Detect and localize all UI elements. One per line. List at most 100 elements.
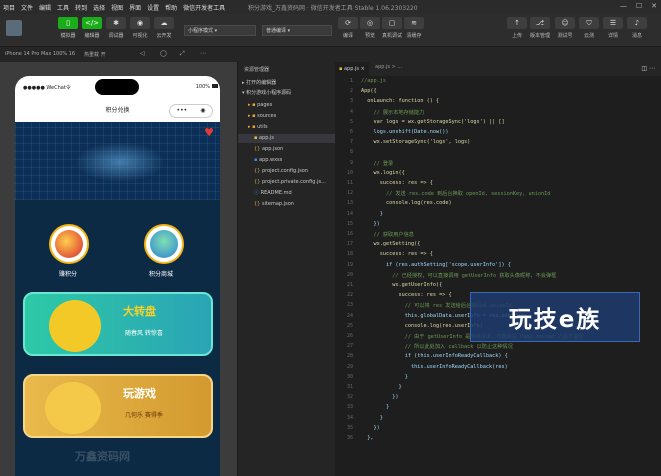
- split-editor-icon[interactable]: ◫ ⋯: [641, 65, 655, 72]
- cloud-dev-button[interactable]: ☁ 云开发: [152, 17, 176, 39]
- tab-app-js[interactable]: ▪ app.js ×: [335, 62, 369, 76]
- close-icon[interactable]: ✕: [651, 2, 657, 10]
- menu-item-edit[interactable]: 编辑: [36, 3, 54, 12]
- battery-text: 100%: [195, 84, 210, 90]
- layers-icon: ≋: [404, 17, 424, 29]
- line-number: 1: [349, 78, 353, 84]
- menu-item-devtools[interactable]: 微信开发者工具: [180, 3, 228, 12]
- info-file-icon: ⓘ: [254, 190, 260, 196]
- code-line: },: [361, 435, 374, 441]
- minimize-icon[interactable]: —: [620, 2, 627, 10]
- device-select[interactable]: iPhone 14 Pro Max 100% 16: [5, 51, 75, 57]
- clear-cache-button[interactable]: ≋ 清缓存: [402, 17, 426, 39]
- compile-select[interactable]: 普通编译 ▾: [262, 25, 332, 36]
- json-file-icon: {}: [254, 146, 261, 152]
- hot-reload-toggle[interactable]: 热重载 开: [84, 51, 106, 58]
- menu-item-goto[interactable]: 转到: [72, 3, 90, 12]
- tree-item-sources[interactable]: ▸ ▪ sources: [238, 112, 336, 121]
- tree-item-sitemap[interactable]: {} sitemap.json: [238, 200, 336, 209]
- code-line: }: [361, 210, 383, 217]
- menu-item-help[interactable]: 帮助: [162, 3, 180, 12]
- code-icon: </>: [82, 17, 102, 29]
- test-account-button[interactable]: ☺ 测试号: [553, 17, 577, 39]
- signal-text: ●●●●● WeChat令: [23, 85, 71, 91]
- bell-icon: ♪: [627, 17, 647, 29]
- menu-item-select[interactable]: 选择: [90, 3, 108, 12]
- big-wheel-card[interactable]: 大转盘 随春风 转惊喜: [23, 292, 213, 356]
- menu-item-project[interactable]: 项目: [0, 3, 18, 12]
- project-section[interactable]: ▾ 积分游戏小程序源码: [238, 89, 336, 98]
- code-line: App({: [361, 88, 377, 95]
- maximize-icon[interactable]: ☐: [636, 2, 642, 10]
- play-game-title: 玩游戏: [123, 387, 156, 400]
- more-icon[interactable]: ⋯: [200, 50, 206, 57]
- gift-box-icon: [55, 230, 83, 258]
- tree-item-project-config[interactable]: {} project.config.json: [238, 167, 336, 176]
- close-target-icon[interactable]: ◉: [200, 105, 205, 117]
- code-line: wx.setStorageSync('logs', logs): [361, 139, 471, 146]
- earn-points-button[interactable]: [49, 224, 89, 264]
- code-line: success: res => {: [361, 251, 433, 258]
- visual-button[interactable]: ◉ 可视化: [128, 17, 152, 39]
- details-button[interactable]: ☰ 详情: [601, 17, 625, 39]
- heart-icon[interactable]: ♥: [204, 126, 214, 139]
- device-icon: ▢: [382, 17, 402, 29]
- list-icon: ☰: [603, 17, 623, 29]
- open-editors-section[interactable]: ▸ 打开的编辑器: [238, 79, 336, 88]
- simulator-button[interactable]: ▯ 模拟器: [56, 17, 80, 39]
- preview-button[interactable]: ◎ 预览: [358, 17, 382, 39]
- capsule-menu[interactable]: ••• ◉: [169, 104, 213, 118]
- menu-item-interface[interactable]: 界面: [126, 3, 144, 12]
- close-icon[interactable]: ×: [361, 66, 365, 72]
- cloud-test-button[interactable]: ⛉ 云测: [577, 17, 601, 39]
- big-wheel-title: 大转盘: [123, 305, 156, 318]
- code-line: wx.getUserInfo({: [361, 282, 443, 288]
- line-number: 36: [346, 435, 353, 441]
- editor-button[interactable]: </> 编辑器: [80, 17, 104, 39]
- avatar[interactable]: [6, 20, 22, 36]
- phone-nav-bar: 积分兑换 ••• ◉: [15, 99, 220, 122]
- fullscreen-icon[interactable]: ⤢: [180, 50, 185, 58]
- line-number: 13: [346, 200, 353, 207]
- line-number: 10: [346, 169, 353, 176]
- upload-button[interactable]: ↑ 上传: [505, 17, 529, 39]
- device-debug-button[interactable]: ▢ 真机调试: [380, 17, 404, 39]
- tree-item-app-json[interactable]: {} app.json: [238, 145, 336, 154]
- folder-icon: ▸ ▪: [248, 124, 256, 130]
- code-line: if (res.authSetting['scope.userInfo']) {: [361, 261, 511, 268]
- simulator-panel: ●●●●● WeChat令 100% 积分兑换 ••• ◉ ♥ 赚积分 积分商城: [0, 62, 237, 476]
- code-line: }: [361, 404, 390, 411]
- code-line: console.log(res.userInfo): [361, 322, 483, 329]
- record-icon[interactable]: ◯: [160, 50, 167, 57]
- points-mall-button[interactable]: [144, 224, 184, 264]
- version-button[interactable]: ⎇ 版本管理: [528, 17, 552, 39]
- tree-item-utils[interactable]: ▸ ▪ utils: [238, 123, 336, 132]
- line-number: 15: [346, 220, 353, 227]
- js-file-icon: ▪: [339, 66, 343, 72]
- toolbar: ▯ 模拟器 </> 编辑器 ✱ 调试器 ◉ 可视化 ☁ 云开发 小程序模式 ▾ 普通编译 …: [0, 14, 661, 47]
- line-number: 14: [346, 210, 353, 217]
- line-number: 28: [346, 353, 353, 360]
- line-number: 2: [349, 88, 353, 95]
- play-game-card[interactable]: 玩游戏 几何乐 赛得季: [23, 374, 213, 438]
- folder-icon: ▸ ▪: [248, 113, 256, 119]
- code-line: // 发送 res.code 到后台换取 openId, sessionKey,…: [361, 191, 551, 198]
- menu-item-view[interactable]: 视图: [108, 3, 126, 12]
- line-number: 32: [346, 394, 353, 401]
- file-explorer: 资源管理器 ▸ 打开的编辑器 ▾ 积分游戏小程序源码 ▸ ▪ pages ▸ ▪…: [237, 62, 336, 476]
- tree-item-pages[interactable]: ▸ ▪ pages: [238, 101, 336, 110]
- mode-select[interactable]: 小程序模式 ▾: [184, 25, 256, 36]
- menu-item-tools[interactable]: 工具: [54, 3, 72, 12]
- messages-button[interactable]: ♪ 消息: [625, 17, 649, 39]
- tree-item-project-private-config[interactable]: {} project.private.config.js...: [238, 178, 336, 187]
- tree-item-readme[interactable]: ⓘ README.md: [238, 189, 336, 198]
- more-dots-icon[interactable]: •••: [177, 105, 188, 117]
- tree-item-app-js[interactable]: ▪ app.js: [238, 134, 336, 143]
- menu-item-settings[interactable]: 设置: [144, 3, 162, 12]
- user-icon: ☺: [555, 17, 575, 29]
- tree-item-app-wxss[interactable]: ▪ app.wxss: [238, 156, 336, 165]
- compile-button[interactable]: ⟳ 编译: [336, 17, 360, 39]
- volume-icon[interactable]: ◁: [140, 50, 145, 57]
- debugger-button[interactable]: ✱ 调试器: [104, 17, 128, 39]
- menu-item-file[interactable]: 文件: [18, 3, 36, 12]
